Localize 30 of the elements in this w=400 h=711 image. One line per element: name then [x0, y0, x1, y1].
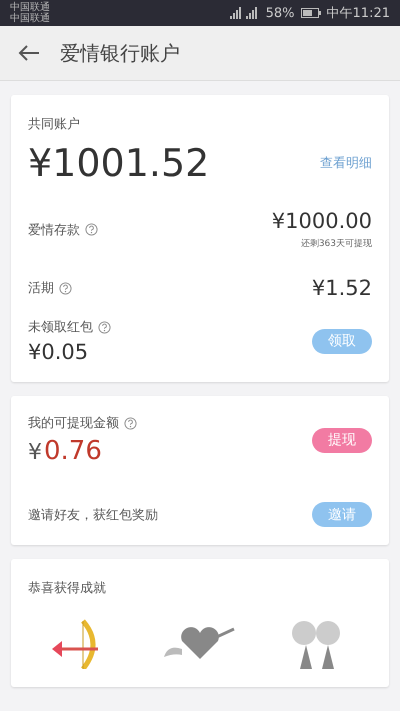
section-label: 共同账户 — [28, 116, 80, 133]
signal-icon — [230, 7, 260, 19]
row-note: 还剩363天可提现 — [300, 238, 372, 250]
carrier-label: 中国联通 — [10, 13, 50, 24]
total-balance: ¥1001.52 — [28, 141, 210, 185]
row-amount: ¥1000.00 — [272, 209, 372, 233]
claim-button[interactable]: 领取 — [312, 328, 372, 354]
help-icon[interactable] — [85, 223, 98, 236]
withdraw-amount: 0.76 — [44, 436, 102, 466]
row-amount: ¥0.05 — [28, 340, 88, 364]
invite-button[interactable]: 邀请 — [312, 502, 372, 527]
help-icon[interactable] — [124, 416, 137, 430]
row-label: 活期 — [28, 280, 54, 297]
withdraw-button[interactable]: 提现 — [312, 428, 372, 452]
back-arrow-icon[interactable] — [18, 45, 40, 61]
achievements-title: 恭喜获得成就 — [28, 580, 106, 597]
currency-sign: ¥ — [28, 440, 42, 465]
clock-time: 中午11:21 — [326, 5, 390, 22]
help-icon[interactable] — [59, 282, 72, 294]
carrier-label: 中国联通 — [10, 2, 50, 13]
battery-percent: 58% — [266, 6, 295, 20]
battery-icon — [300, 8, 321, 18]
invite-text: 邀请好友，获红包奖励 — [28, 506, 158, 524]
view-details-link[interactable]: 查看明细 — [320, 154, 372, 172]
withdraw-label: 我的可提现金额 — [28, 415, 119, 432]
row-label: 爱情存款 — [28, 222, 80, 238]
row-amount: ¥1.52 — [312, 276, 372, 300]
row-label: 未领取红包 — [28, 319, 93, 336]
page-title: 爱情银行账户 — [60, 40, 180, 66]
help-icon[interactable] — [98, 320, 111, 334]
